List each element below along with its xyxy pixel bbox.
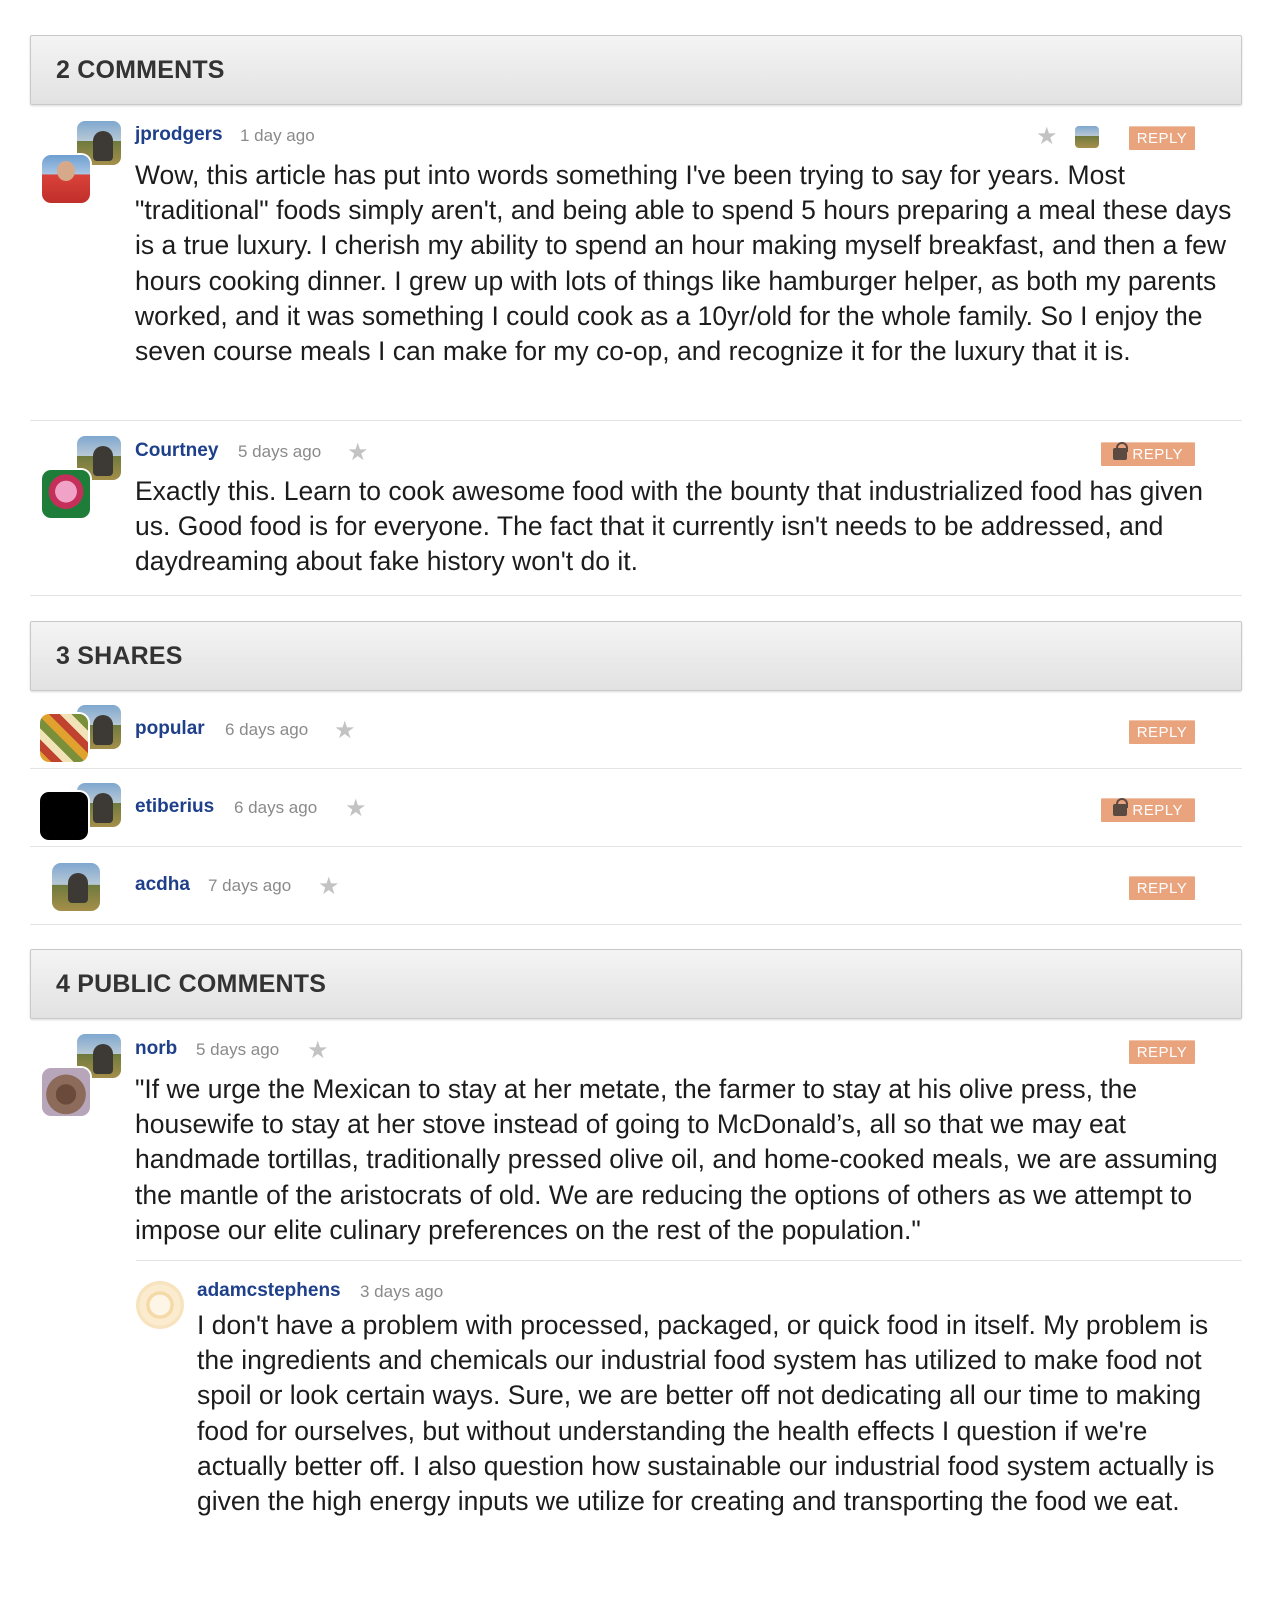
star-icon[interactable]: ★ (318, 875, 340, 899)
star-icon[interactable]: ★ (345, 797, 367, 821)
user-avatar (42, 470, 90, 518)
user-avatar (136, 1281, 184, 1329)
reply-button[interactable]: REPLY (1129, 720, 1195, 744)
comments-section-header: 2 COMMENTS (30, 35, 1242, 105)
reply-button[interactable]: REPLY (1101, 442, 1195, 466)
share-item: popular 6 days ago ★ REPLY (30, 691, 1242, 769)
reply-label: REPLY (1132, 445, 1183, 463)
timestamp[interactable]: 3 days ago (360, 1282, 443, 1302)
user-avatar (42, 1068, 90, 1116)
share-item: acdha 7 days ago ★ REPLY (30, 847, 1242, 925)
user-avatar (42, 155, 90, 203)
comment-item: jprodgers 1 day ago ★ REPLY Wow, this ar… (30, 105, 1242, 421)
reply-button[interactable]: REPLY (1129, 126, 1195, 150)
timestamp[interactable]: 5 days ago (196, 1040, 279, 1060)
avatar[interactable] (30, 851, 110, 931)
star-icon[interactable]: ★ (1036, 125, 1058, 149)
avatar[interactable] (30, 1034, 121, 1116)
public-comments-section-header: 4 PUBLIC COMMENTS (30, 949, 1242, 1019)
username-link[interactable]: adamcstephens (197, 1280, 341, 1302)
user-avatar (40, 714, 88, 762)
timestamp[interactable]: 6 days ago (234, 798, 317, 818)
username-link[interactable]: norb (135, 1038, 177, 1060)
username-link[interactable]: acdha (135, 874, 190, 896)
avatar[interactable] (30, 436, 121, 518)
user-avatar (40, 792, 88, 840)
user-avatar (52, 863, 100, 911)
timestamp[interactable]: 1 day ago (240, 126, 315, 146)
username-link[interactable]: etiberius (135, 796, 214, 818)
comment-body: Exactly this. Learn to cook awesome food… (135, 476, 1203, 577)
comment-body: "If we urge the Mexican to stay at her m… (135, 1074, 1218, 1245)
comment-item: Courtney 5 days ago ★ REPLY Exactly this… (30, 421, 1242, 596)
star-icon[interactable]: ★ (307, 1039, 329, 1063)
reply-label: REPLY (1132, 801, 1183, 819)
comment-body: I don't have a problem with processed, p… (197, 1310, 1215, 1517)
lock-icon (1113, 798, 1128, 816)
reply-button[interactable]: REPLY (1129, 876, 1195, 900)
username-link[interactable]: popular (135, 718, 205, 740)
username-link[interactable]: Courtney (135, 440, 218, 462)
username-link[interactable]: jprodgers (135, 124, 223, 146)
reply-button[interactable]: REPLY (1129, 1040, 1195, 1064)
star-icon[interactable]: ★ (334, 719, 356, 743)
comment-body: Wow, this article has put into words som… (135, 160, 1232, 367)
avatar-icon[interactable] (1075, 126, 1099, 148)
shares-section-header: 3 SHARES (30, 621, 1242, 691)
star-icon[interactable]: ★ (347, 441, 369, 465)
timestamp[interactable]: 5 days ago (238, 442, 321, 462)
lock-icon (1113, 442, 1128, 460)
reply-button[interactable]: REPLY (1101, 798, 1195, 822)
timestamp[interactable]: 7 days ago (208, 876, 291, 896)
share-item: etiberius 6 days ago ★ REPLY (30, 769, 1242, 847)
nested-comment-item: adamcstephens 3 days ago I don't have a … (136, 1260, 1242, 1606)
avatar[interactable] (30, 121, 121, 203)
timestamp[interactable]: 6 days ago (225, 720, 308, 740)
public-comment-item: norb 5 days ago ★ REPLY "If we urge the … (30, 1019, 1242, 1260)
